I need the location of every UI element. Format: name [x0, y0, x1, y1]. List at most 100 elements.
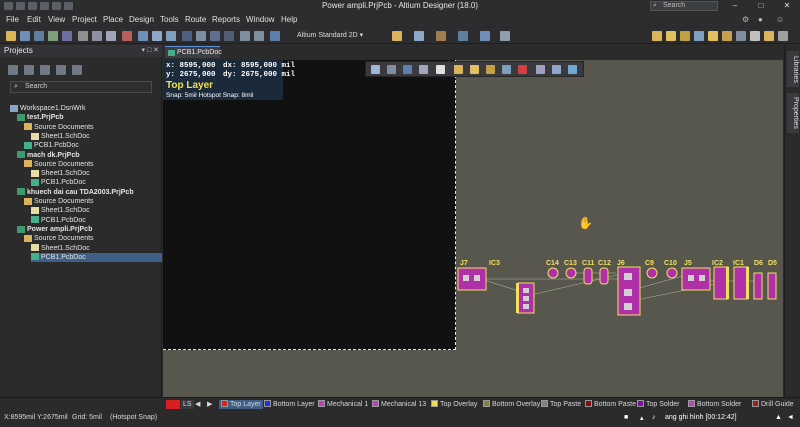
tree-item[interactable]: Power ampli.PrjPcb	[17, 225, 162, 234]
layer-set-ls[interactable]: LS	[181, 400, 194, 409]
cutout-icon[interactable]	[736, 31, 746, 41]
text-tool-icon[interactable]	[552, 65, 561, 74]
component-c11[interactable]	[583, 267, 593, 285]
layer-tab[interactable]: Top Paste	[541, 400, 581, 409]
speaker-icon[interactable]: ◄	[787, 414, 794, 421]
layer-prev-icon[interactable]: ◀	[195, 400, 200, 409]
delete-icon[interactable]	[122, 31, 132, 41]
tree-item[interactable]: Source Documents	[24, 197, 162, 206]
menu-place[interactable]: Place	[103, 15, 123, 24]
move-crosshair-icon[interactable]	[387, 65, 396, 74]
align-tool-icon[interactable]	[419, 65, 428, 74]
deselect-icon[interactable]	[166, 31, 176, 41]
crosshair-icon[interactable]	[196, 31, 206, 41]
interactive-routing-icon[interactable]	[392, 31, 402, 41]
text-string-icon[interactable]	[500, 31, 510, 41]
tree-item[interactable]: mach dk.PrjPcb	[17, 151, 162, 160]
close-document-icon[interactable]	[56, 65, 66, 75]
align-icon[interactable]	[414, 31, 424, 41]
tree-item[interactable]: PCB1.PcbDoc	[31, 216, 162, 225]
tree-item[interactable]: Sheet1.SchDoc	[31, 206, 162, 215]
keepout-tool-icon[interactable]	[518, 65, 527, 74]
minimize-button[interactable]: –	[722, 0, 748, 12]
layer-color-swatch[interactable]	[166, 400, 180, 409]
print-icon[interactable]	[34, 31, 44, 41]
move-icon[interactable]	[152, 31, 162, 41]
menu-design[interactable]: Design	[129, 15, 154, 24]
layer-tab[interactable]: Bottom Solder	[688, 400, 741, 409]
tree-item[interactable]: Source Documents	[24, 160, 162, 169]
redo-toolbar-icon[interactable]	[254, 31, 264, 41]
tray-chevron-icon[interactable]: ▴	[640, 414, 644, 422]
component-ic2[interactable]	[713, 266, 729, 300]
user-account-icon[interactable]: ☺	[776, 15, 784, 24]
coordinate-icon[interactable]	[778, 31, 788, 41]
open-folder-icon[interactable]	[6, 31, 16, 41]
layer-tab[interactable]: Top Solder	[637, 400, 679, 409]
save-toolbar-icon[interactable]	[20, 31, 30, 41]
string-icon[interactable]	[764, 31, 774, 41]
pcb-board-area[interactable]	[163, 60, 456, 350]
polygon-tool-icon[interactable]	[486, 65, 495, 74]
via-icon[interactable]	[666, 31, 676, 41]
place-icon[interactable]	[436, 65, 445, 74]
tree-item[interactable]: test.PrjPcb	[17, 113, 162, 122]
undo-toolbar-icon[interactable]	[240, 31, 250, 41]
tree-item[interactable]: Sheet1.SchDoc	[31, 132, 162, 141]
menu-edit[interactable]: Edit	[27, 15, 41, 24]
tree-item[interactable]: Source Documents	[24, 234, 162, 243]
tab-pcb1-pcbdoc[interactable]: PCB1.PcbDoc	[165, 46, 222, 58]
arc-icon[interactable]	[694, 31, 704, 41]
region-icon[interactable]	[722, 31, 732, 41]
layer-tab[interactable]: Bottom Paste	[585, 400, 636, 409]
line-tool-icon[interactable]	[568, 65, 577, 74]
open-document-icon[interactable]	[40, 65, 50, 75]
layer-tab[interactable]: Drill Guide	[752, 400, 794, 409]
cross-probe-icon[interactable]	[270, 31, 280, 41]
menu-tools[interactable]: Tools	[160, 15, 179, 24]
component-c10[interactable]	[666, 267, 678, 279]
component-j7[interactable]	[457, 267, 487, 291]
component-c14[interactable]	[547, 267, 559, 279]
component-j5[interactable]	[681, 267, 711, 291]
component-c12[interactable]	[599, 267, 609, 285]
layer-next-icon[interactable]: ▶	[207, 400, 212, 409]
grid-icon[interactable]	[224, 31, 234, 41]
network-icon[interactable]: ▲	[775, 414, 782, 421]
select-rect-icon[interactable]	[403, 65, 412, 74]
close-button[interactable]: ✕	[774, 0, 800, 12]
fill-tool-icon[interactable]	[502, 65, 511, 74]
menu-route[interactable]: Route	[185, 15, 206, 24]
select-icon[interactable]	[138, 31, 148, 41]
route-icon[interactable]	[454, 65, 463, 74]
component-ic1[interactable]	[733, 266, 749, 300]
tree-item[interactable]: Workspace1.DsnWrk	[10, 104, 162, 113]
layer-tab[interactable]: Mechanical 1	[318, 400, 368, 409]
component-c13[interactable]	[565, 267, 577, 279]
tree-item[interactable]: Sheet1.SchDoc	[31, 244, 162, 253]
fill-icon[interactable]	[708, 31, 718, 41]
zoom-icon[interactable]	[48, 31, 58, 41]
menu-file[interactable]: File	[6, 15, 19, 24]
menu-view[interactable]: View	[48, 15, 65, 24]
pad-icon[interactable]	[652, 31, 662, 41]
tree-item[interactable]: Source Documents	[24, 123, 162, 132]
place-component-icon[interactable]	[436, 31, 446, 41]
settings-gear-icon[interactable]: ⚙	[742, 15, 749, 24]
maximize-button[interactable]: □	[748, 0, 774, 12]
zoom-area-icon[interactable]	[62, 31, 72, 41]
tree-item[interactable]: Sheet1.SchDoc	[31, 169, 162, 178]
filter-icon[interactable]	[371, 65, 380, 74]
tree-item[interactable]: PCB1.PcbDoc	[31, 178, 162, 187]
copy-toolbar-icon[interactable]	[92, 31, 102, 41]
layer-tab[interactable]: Bottom Layer	[264, 400, 315, 409]
projects-search-input[interactable]: ⌕ Search	[10, 81, 152, 93]
tab-properties[interactable]: Properties	[787, 93, 799, 133]
paste-icon[interactable]	[106, 31, 116, 41]
tree-item[interactable]: khuech dai cau TDA2003.PrjPcb	[17, 188, 162, 197]
component-d6[interactable]	[753, 272, 763, 300]
polygon-icon[interactable]	[458, 31, 468, 41]
layer-tab[interactable]: Top Overlay	[431, 400, 477, 409]
tree-item[interactable]: PCB1.PcbDoc	[31, 252, 162, 262]
view-mode-select[interactable]: Altium Standard 2D ▾	[297, 31, 387, 41]
